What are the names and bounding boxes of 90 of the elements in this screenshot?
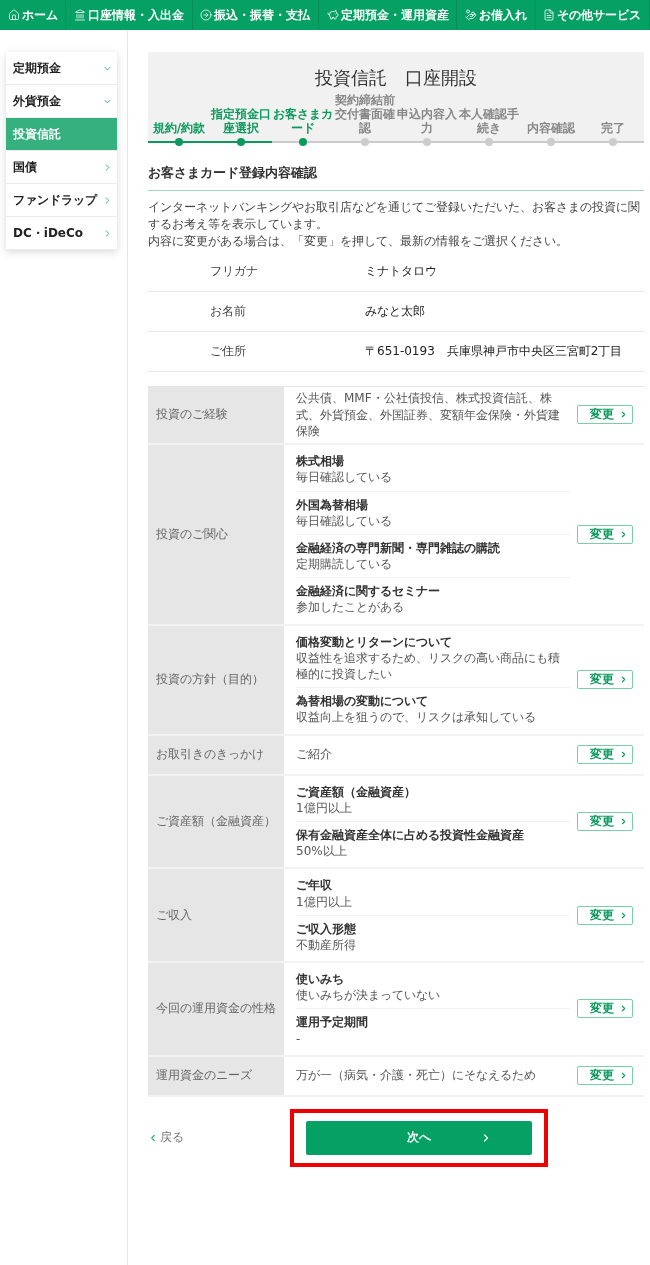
answer-text: 公共債、MMF・公社債投信、株式投資信託、株式、外貨預金、外国証券、変額年金保険・外貨建保険 xyxy=(296,389,561,441)
answer-title: 金融経済の専門新聞・専門雑誌の購読 xyxy=(296,539,501,557)
chevron-right-icon xyxy=(619,410,628,420)
answer-title: ご資産額（金融資産） xyxy=(296,783,417,800)
answer-value: 50%以上 xyxy=(296,843,348,860)
sidebar-item[interactable]: 投資信託 xyxy=(6,118,117,151)
field-label: フリガナ xyxy=(209,262,259,280)
row-label: ご収入 xyxy=(156,906,192,924)
change-button[interactable]: 変更 xyxy=(577,670,633,690)
bank-icon xyxy=(74,9,86,21)
nav-item[interactable]: 口座情報・入出金 xyxy=(66,0,193,30)
hand-coin-icon xyxy=(464,9,477,21)
step-label: お客さまカード xyxy=(272,107,334,136)
answer-value: 1億円以上 xyxy=(296,893,353,910)
answer-value: 使いみちが決まっていない xyxy=(296,987,441,1004)
change-button[interactable]: 変更 xyxy=(577,905,633,925)
nav-item[interactable]: ホーム xyxy=(0,0,67,30)
answer-title: 運用予定期間 xyxy=(296,1014,369,1031)
answer-title: 使いみち xyxy=(296,971,345,988)
chevron-right-icon xyxy=(619,750,628,760)
answer-value: 収益向上を狙うので、リスクは承知している xyxy=(296,709,537,726)
chevron-right-icon xyxy=(619,1071,628,1081)
chevron-right-icon xyxy=(619,529,628,539)
next-button[interactable]: 次へ xyxy=(306,1120,532,1155)
field-label: ご住所 xyxy=(209,342,247,360)
sidebar-item[interactable]: 定期預金 xyxy=(6,52,117,85)
answer-value: 1億円以上 xyxy=(296,799,353,816)
nav-item[interactable]: その他サービス xyxy=(535,0,650,30)
chevron-right-icon xyxy=(619,817,628,826)
sidebar-item[interactable]: 国債 xyxy=(6,151,117,184)
chevron-right-icon xyxy=(619,910,628,920)
field-label: お名前 xyxy=(209,302,247,320)
nav-item[interactable]: お借入れ xyxy=(457,0,536,30)
answer-value: 毎日確認している xyxy=(296,469,393,486)
answer-value: 収益性を追求するため、リスクの高い商品にも積極的に投資したい xyxy=(296,649,561,683)
answer-value: 毎日確認している xyxy=(296,512,393,529)
step-label: 指定預金口座選択 xyxy=(210,107,272,136)
answer-title: 外国為替相場 xyxy=(296,496,369,513)
change-button[interactable]: 変更 xyxy=(577,1066,633,1086)
answer-title: 金融経済に関するセミナー xyxy=(296,583,441,600)
change-button[interactable]: 変更 xyxy=(577,405,633,425)
document-icon xyxy=(543,9,556,21)
step-label: 規約/約款 xyxy=(152,121,206,136)
sidebar-item[interactable]: 外貨預金 xyxy=(6,85,117,118)
row-label: ご資産額（金融資産） xyxy=(156,813,276,830)
answer-title: ご年収 xyxy=(296,877,333,894)
back-link[interactable]: 戻る xyxy=(148,1129,290,1147)
field-value: 〒651-0193 兵庫県神戸市中央区三宮町2丁目 xyxy=(365,342,624,360)
field-value: ミナトタロウ xyxy=(365,262,438,280)
step-label: 完了 xyxy=(601,121,625,136)
sidebar-item[interactable]: ファンドラップ xyxy=(6,184,117,217)
page-title: 投資信託 口座開設 xyxy=(314,66,478,90)
answer-title: 株式相場 xyxy=(296,453,345,470)
answer-text: 万が一（病気・介護・死亡）にそなえるため xyxy=(296,1067,537,1085)
row-label: 投資のご関心 xyxy=(156,525,228,543)
chevron-left-icon xyxy=(148,1132,158,1143)
description-text: 内容に変更がある場合は、「変更」を押して、最新の情報をご選択ください。 xyxy=(148,233,569,250)
nav-item[interactable]: 定期預金・運用資産 xyxy=(319,0,458,30)
step-label: 契約締結前交付書面確認 xyxy=(334,94,396,136)
change-button[interactable]: 変更 xyxy=(577,745,633,765)
answer-value: 不動産所得 xyxy=(296,936,357,954)
row-label: 投資の方針（目的） xyxy=(156,671,264,689)
chevron-right-icon xyxy=(619,675,628,685)
nav-item[interactable]: 振込・振替・支払 xyxy=(192,0,319,30)
answer-title: ご収入形態 xyxy=(296,920,357,937)
answer-value: 参加したことがある xyxy=(296,599,405,616)
change-button[interactable]: 変更 xyxy=(577,524,633,544)
description-text: インターネットバンキングやお取引店などを通じてご登録いただいた、お客さまの投資に関するお考え等を表示しています。 xyxy=(148,199,641,233)
step-label: 申込内容入力 xyxy=(396,107,458,136)
change-button[interactable]: 変更 xyxy=(577,812,633,831)
arrow-circle-icon xyxy=(200,9,213,21)
change-button[interactable]: 変更 xyxy=(577,999,633,1019)
answer-value: 定期購読している xyxy=(296,556,393,573)
answer-title: 価格変動とリターンについて xyxy=(296,633,453,650)
field-value: みなと太郎 xyxy=(365,302,426,320)
step-label: 内容確認 xyxy=(527,121,575,136)
sidebar-item[interactable]: DC・iDeCo xyxy=(6,217,117,250)
piggy-bank-icon xyxy=(326,9,339,21)
answer-value: - xyxy=(296,1030,302,1047)
step-label: 本人確認手続き xyxy=(458,107,520,136)
row-label: 投資のご経験 xyxy=(156,406,228,424)
row-label: お取引きのきっかけ xyxy=(156,746,264,764)
row-label: 運用資金のニーズ xyxy=(156,1067,252,1085)
answer-text: ご紹介 xyxy=(296,746,333,763)
answer-title: 保有金融資産全体に占める投資性金融資産 xyxy=(296,827,525,844)
row-label: 今回の運用資金の性格 xyxy=(156,1000,276,1018)
answer-title: 為替相場の変動について xyxy=(296,693,429,710)
section-heading: お客さまカード登録内容確認 xyxy=(148,164,644,192)
chevron-right-icon xyxy=(619,1004,628,1014)
home-icon xyxy=(7,9,20,21)
